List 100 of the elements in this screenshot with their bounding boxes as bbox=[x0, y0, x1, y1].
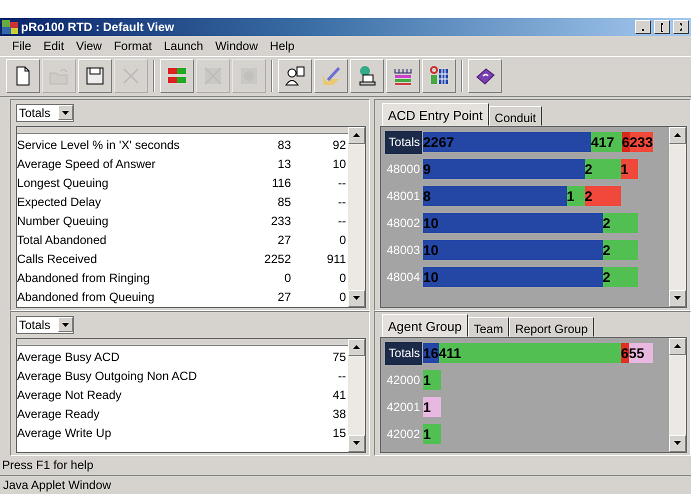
scroll-up-button[interactable] bbox=[669, 126, 686, 144]
table-cell-text: 0 bbox=[338, 232, 347, 249]
pencil-check-icon bbox=[320, 65, 342, 87]
tab[interactable]: Agent Group bbox=[382, 314, 468, 336]
table-cell-text: 27 bbox=[276, 289, 292, 306]
bar-segment: 2 bbox=[602, 213, 638, 233]
table-cell-text: -- bbox=[337, 213, 347, 230]
table-cell-text: 233 bbox=[270, 213, 292, 230]
table-cell-text: 0 bbox=[283, 270, 292, 287]
table-cell-text: -- bbox=[337, 368, 347, 385]
scroll-up-button[interactable] bbox=[348, 126, 365, 144]
table-cell-text: Abandoned from Ringing bbox=[17, 270, 151, 287]
menu-item[interactable]: Format bbox=[108, 36, 158, 55]
menu-item[interactable]: File bbox=[6, 36, 38, 55]
row-label: 42002 bbox=[386, 426, 421, 443]
totals-dropdown[interactable]: Totals bbox=[16, 316, 74, 334]
close-button[interactable] bbox=[673, 20, 689, 34]
tab[interactable]: Conduit bbox=[488, 106, 542, 126]
toolbar-button[interactable] bbox=[278, 59, 312, 93]
menu-item[interactable]: Help bbox=[264, 36, 301, 55]
row-label: 48003 bbox=[386, 242, 421, 259]
table-cell-text: Longest Queuing bbox=[17, 175, 110, 192]
bar-segment: 417 bbox=[590, 132, 622, 152]
bar-segment: 2267 bbox=[423, 132, 591, 152]
bar-segment: 10 bbox=[423, 267, 603, 287]
down-arrow-icon bbox=[353, 296, 360, 300]
table-cell-text: 10 bbox=[332, 156, 347, 173]
row-label: 48000 bbox=[386, 161, 421, 178]
bar-segment: 2 bbox=[584, 186, 621, 206]
table-cell-text: Average Busy ACD bbox=[17, 349, 120, 366]
up-arrow-icon bbox=[353, 345, 360, 349]
table-cell-text: Number Queuing bbox=[17, 213, 110, 230]
applet-label: Java Applet Window bbox=[3, 477, 112, 494]
status-text: Press F1 for help bbox=[2, 457, 94, 474]
tab[interactable]: Report Group bbox=[509, 316, 594, 336]
row-label: Totals bbox=[385, 130, 422, 154]
toolbar-button[interactable] bbox=[386, 59, 420, 93]
people-icon bbox=[284, 65, 306, 87]
person-grid-icon bbox=[428, 65, 450, 87]
scroll-down-button[interactable] bbox=[348, 290, 365, 306]
down-arrow-icon bbox=[62, 110, 69, 114]
table-cell-text: -- bbox=[337, 194, 347, 211]
toolbar-button[interactable] bbox=[468, 59, 502, 93]
down-arrow-icon bbox=[674, 296, 681, 300]
bar-segment: 8 bbox=[423, 186, 567, 206]
table-cell-text: Average Not Ready bbox=[17, 387, 123, 404]
row-label: 48001 bbox=[386, 188, 421, 205]
table-cell-text: 13 bbox=[276, 156, 292, 173]
scroll-up-button[interactable] bbox=[669, 338, 686, 354]
row-label: 42000 bbox=[386, 372, 421, 389]
tab[interactable]: ACD Entry Point bbox=[382, 102, 489, 126]
menu-item[interactable]: Window bbox=[209, 36, 264, 55]
table-cell-text: Calls Received bbox=[17, 251, 98, 268]
scroll-down-button[interactable] bbox=[348, 434, 365, 452]
up-arrow-icon bbox=[353, 133, 360, 137]
bar-segment: 1 bbox=[566, 186, 585, 206]
table-cell-text: 911 bbox=[326, 251, 347, 268]
bar-segment: 233 bbox=[630, 132, 653, 152]
menu-item[interactable]: View bbox=[70, 36, 108, 55]
table-cell-text: Average Busy Outgoing Non ACD bbox=[17, 368, 198, 385]
table-cell-text: 0 bbox=[338, 270, 347, 287]
menu-item[interactable]: Edit bbox=[37, 36, 70, 55]
bar-segment: 2 bbox=[584, 159, 621, 179]
window-title: pRo100 RTD : Default View bbox=[21, 19, 174, 36]
row-label: Totals bbox=[385, 342, 422, 364]
toolbar-button[interactable] bbox=[350, 59, 384, 93]
table-cell-text: 92 bbox=[332, 137, 347, 154]
toolbar-button[interactable] bbox=[78, 59, 112, 93]
up-arrow-icon bbox=[674, 133, 681, 137]
bar-segment: 55 bbox=[628, 343, 654, 363]
table-cell-text: Average Ready bbox=[17, 406, 100, 423]
totals-dropdown[interactable]: Totals bbox=[16, 104, 74, 122]
tab[interactable]: Team bbox=[468, 316, 510, 336]
app-logo-icon bbox=[2, 20, 18, 34]
bar-segment: 1 bbox=[423, 397, 441, 417]
table-cell-text: 15 bbox=[332, 425, 347, 442]
table-cell-text: 2252 bbox=[263, 251, 292, 268]
menu-item[interactable]: Launch bbox=[158, 36, 210, 55]
table-cell-text: 41 bbox=[332, 387, 347, 404]
toolbar-button[interactable] bbox=[422, 59, 456, 93]
up-arrow-icon bbox=[674, 344, 681, 348]
table-cell-text: Average Write Up bbox=[17, 425, 112, 442]
table-cell-text: 0 bbox=[338, 289, 347, 306]
row-label: 48002 bbox=[386, 215, 421, 232]
row-label: 42001 bbox=[386, 399, 421, 416]
scroll-down-button[interactable] bbox=[669, 434, 686, 452]
scroll-down-button[interactable] bbox=[669, 290, 686, 306]
table-cell-text: Service Level % in 'X' seconds bbox=[17, 137, 181, 154]
table-cell-text: 85 bbox=[276, 194, 292, 211]
table-cell-text: Average Speed of Answer bbox=[17, 156, 157, 173]
table-cell-text: 116 bbox=[270, 175, 292, 192]
maximize-button[interactable] bbox=[654, 20, 670, 34]
minimize-button[interactable] bbox=[635, 20, 651, 34]
down-arrow-icon bbox=[353, 441, 360, 445]
bar-segment: 10 bbox=[423, 213, 603, 233]
table-cell-text: 38 bbox=[332, 406, 347, 423]
table-cell-text: 83 bbox=[276, 137, 292, 154]
scroll-up-button[interactable] bbox=[348, 338, 365, 356]
table-cell-text: Expected Delay bbox=[17, 194, 102, 211]
toolbar-button[interactable] bbox=[6, 59, 40, 93]
